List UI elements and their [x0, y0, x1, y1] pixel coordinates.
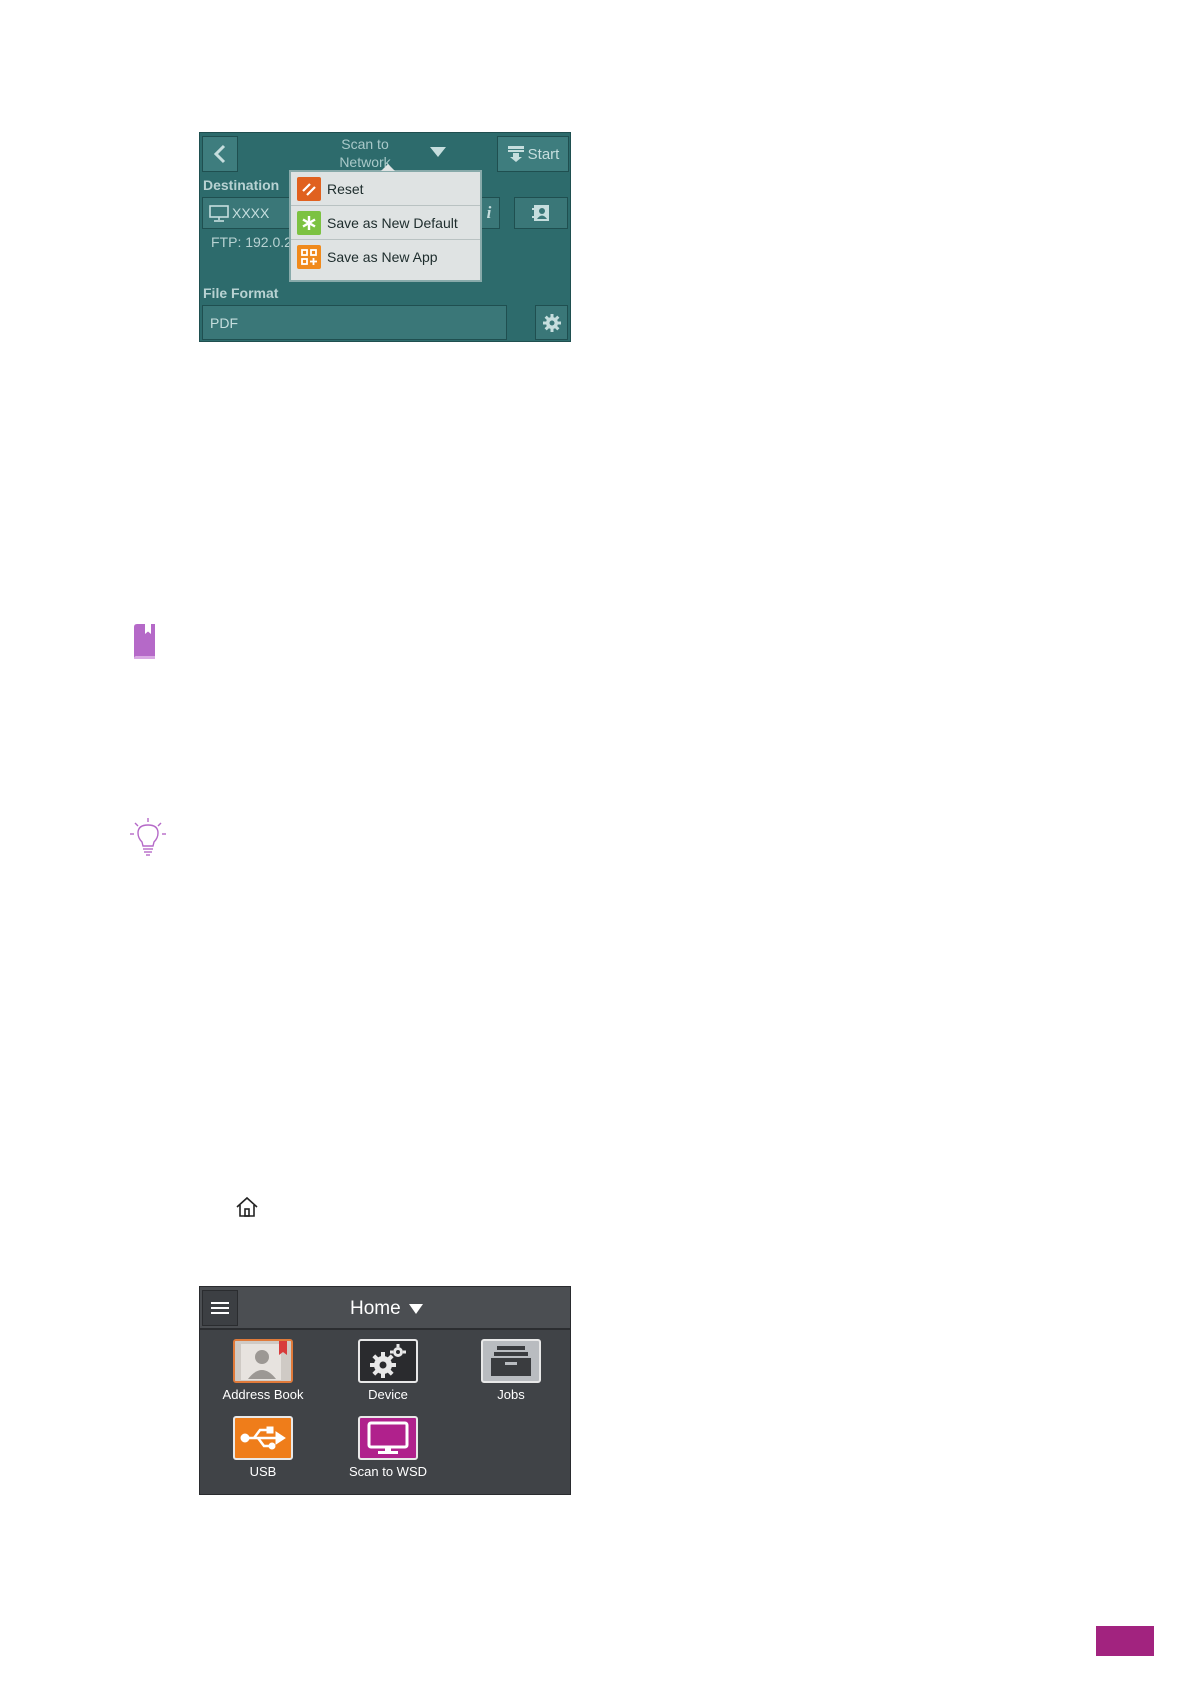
info-icon: i	[486, 203, 492, 222]
app-options-menu: Reset Save as New Default Save as New Ap…	[289, 164, 482, 282]
file-format-settings-button[interactable]	[535, 305, 568, 340]
monitor-icon	[358, 1416, 418, 1460]
file-format-field[interactable]: PDF	[202, 305, 507, 340]
app-label: Device	[368, 1387, 408, 1402]
device-gear-icon	[358, 1339, 418, 1383]
usb-icon	[233, 1416, 293, 1460]
app-title[interactable]: Scan to Network	[320, 135, 410, 171]
home-screen-panel: Home Address Book Device Jobs USB Scan t…	[199, 1286, 571, 1495]
save-default-icon	[297, 210, 321, 235]
reset-icon	[297, 176, 321, 201]
address-book-button[interactable]	[514, 197, 568, 229]
app-jobs[interactable]: Jobs	[456, 1339, 566, 1402]
destination-value: XXXX	[232, 205, 270, 221]
menu-item-label: Save as New App	[327, 249, 438, 265]
gear-icon	[542, 313, 561, 332]
app-label: Jobs	[497, 1387, 525, 1402]
menu-item-label: Reset	[327, 180, 364, 197]
menu-item-save-as-new-default[interactable]: Save as New Default	[291, 206, 480, 240]
app-label: USB	[249, 1464, 277, 1479]
app-device[interactable]: Device	[333, 1339, 443, 1402]
start-button[interactable]: Start	[497, 136, 569, 172]
file-format-label: File Format	[203, 285, 279, 301]
scan-to-network-panel: Scan to Network Start Destination XXXX F…	[199, 132, 571, 342]
app-address-book[interactable]: Address Book	[208, 1339, 318, 1402]
start-label: Start	[527, 145, 560, 163]
dropdown-arrow-icon	[408, 1304, 423, 1314]
menu-item-reset[interactable]: Reset	[291, 172, 480, 206]
destination-label: Destination	[203, 177, 280, 193]
home-title-dropdown[interactable]: Home	[350, 1298, 423, 1320]
hamburger-icon	[211, 1302, 229, 1314]
lightbulb-icon	[130, 818, 166, 856]
computer-icon	[209, 204, 229, 222]
file-format-value: PDF	[210, 314, 238, 331]
jobs-tray-icon	[481, 1339, 541, 1383]
app-label: Scan to WSD	[348, 1464, 428, 1479]
start-scan-icon	[507, 146, 524, 162]
address-book-icon	[532, 205, 549, 221]
back-button[interactable]	[202, 136, 238, 172]
app-label: Address Book	[222, 1387, 304, 1402]
note-book-icon	[134, 624, 155, 659]
ftp-address: FTP: 192.0.2	[211, 234, 292, 250]
menu-item-label: Save as New Default	[327, 214, 458, 231]
home-title: Home	[350, 1298, 401, 1319]
menu-button[interactable]	[202, 1290, 238, 1326]
chevron-left-icon	[213, 144, 226, 164]
page-number-tab	[1096, 1626, 1154, 1656]
destination-entry[interactable]: XXXX	[202, 197, 294, 229]
address-book-icon	[233, 1339, 293, 1383]
app-usb[interactable]: USB	[208, 1416, 318, 1479]
save-app-icon	[297, 245, 321, 269]
dropdown-arrow-icon[interactable]	[430, 147, 446, 158]
home-icon	[236, 1196, 258, 1217]
app-scan-to-wsd[interactable]: Scan to WSD	[333, 1416, 443, 1479]
menu-item-save-as-new-app[interactable]: Save as New App	[291, 240, 480, 274]
home-header: Home	[200, 1287, 570, 1330]
